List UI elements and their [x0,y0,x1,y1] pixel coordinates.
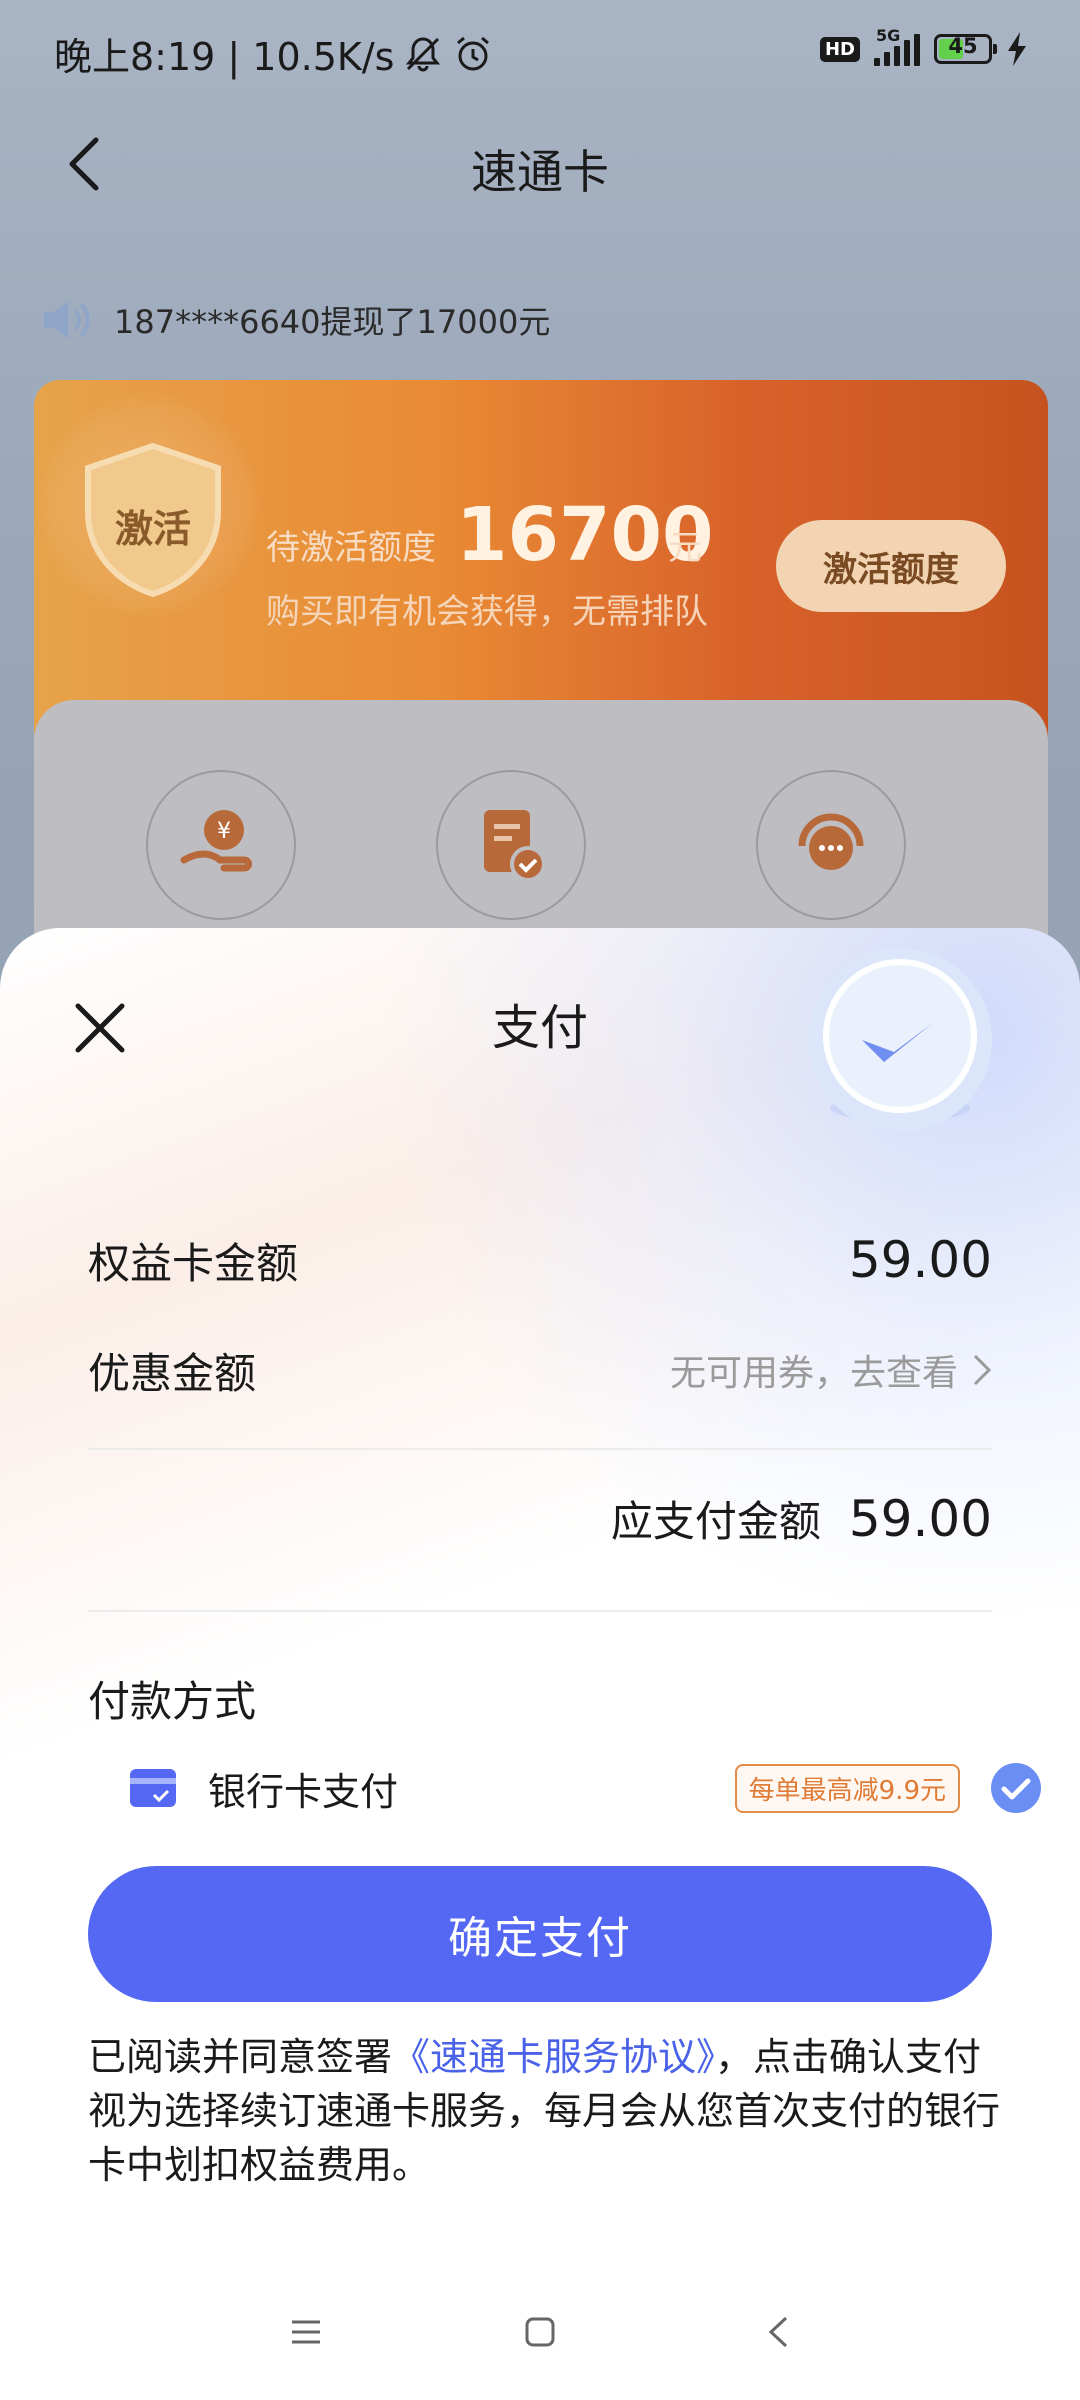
agreement-link[interactable]: 《速通卡服务协议》 [392,2035,715,2079]
activate-quota-button[interactable]: 激活额度 [776,520,1006,612]
service-bill[interactable] [436,770,586,920]
discount-link-text: 无可用券，去查看 [669,1353,958,1394]
signal-icon: 5G [874,26,920,66]
agreement-text: 已阅读并同意签署《速通卡服务协议》，点击确认支付视为选择续订速通卡服务，每月会从… [88,2030,1010,2192]
battery-level: 45 [948,34,978,58]
mute-bell-icon [406,36,441,71]
discount-label: 优惠金额 [88,1348,257,1398]
discount-link[interactable]: 无可用券，去查看 [670,1344,992,1396]
alarm-icon [457,36,490,70]
card-amount-label: 权益卡金额 [88,1238,299,1288]
status-bar: 晚上8:19 | 10.5K/s HD 5G 45 [0,0,1080,100]
svg-text:¥: ¥ [217,819,231,844]
payment-sheet: 支付 权益卡金额 59.00 优惠金额 无可用券，去查看 应支付金额 59.00… [0,928,1080,2400]
chevron-right-icon [973,1354,992,1386]
page-title: 速通卡 [471,145,609,199]
service-loan[interactable]: ¥ [146,770,296,920]
total-value: 59.00 [848,1489,992,1548]
payment-method-bank-card[interactable]: 银行卡支付 每单最高减9.9元 [130,1748,1042,1828]
status-left: 晚上8:19 | 10.5K/s [54,26,494,81]
pending-label: 待激活额度 [266,528,436,568]
notice-text: 187****6640提现了17000元 [114,303,551,341]
headset-chat-icon [798,813,864,870]
selected-check-icon[interactable] [990,1762,1042,1814]
menu-nav-button[interactable] [278,2304,334,2360]
battery-icon: 45 [934,34,997,64]
network-label: 5G [876,26,901,45]
divider [88,1610,992,1612]
divider [88,1448,992,1450]
service-support[interactable] [756,770,906,920]
system-nav-bar [0,2290,1080,2370]
pending-unit: 元 [668,528,702,568]
status-right: HD 5G 45 [819,26,1028,66]
confirm-payment-button[interactable]: 确定支付 [88,1866,992,2002]
bank-card-icon [130,1769,176,1807]
check-badge-icon [808,948,992,1132]
document-check-icon [484,810,546,882]
withdraw-notice: 187****6640提现了17000元 [40,290,550,350]
status-time-speed: 晚上8:19 | 10.5K/s [54,35,395,79]
pending-subtitle: 购买即有机会获得，无需排队 [266,592,708,632]
card-amount-row: 权益卡金额 59.00 [88,1220,992,1300]
total-row: 应支付金额 59.00 [611,1488,992,1549]
money-hand-icon: ¥ [180,810,252,872]
agreement-prefix: 已阅读并同意签署 [88,2035,393,2079]
discount-row[interactable]: 优惠金额 无可用券，去查看 [88,1330,992,1410]
speaker-icon [44,301,90,339]
shield-label: 激活 [114,507,191,551]
promo-badge: 每单最高减9.9元 [734,1763,960,1813]
payment-method-title: 付款方式 [88,1677,257,1726]
back-nav-button[interactable] [750,2304,806,2360]
back-triangle-icon [768,2316,788,2348]
payment-method-label: 银行卡支付 [208,1769,399,1814]
header: 速通卡 [0,110,1080,220]
home-nav-button[interactable] [512,2304,568,2360]
home-square-icon [525,2317,555,2347]
hd-badge: HD [819,36,860,62]
card-amount-value: 59.00 [848,1231,992,1289]
menu-icon [292,2320,320,2344]
total-label: 应支付金额 [610,1497,821,1546]
charging-icon [1008,32,1026,66]
